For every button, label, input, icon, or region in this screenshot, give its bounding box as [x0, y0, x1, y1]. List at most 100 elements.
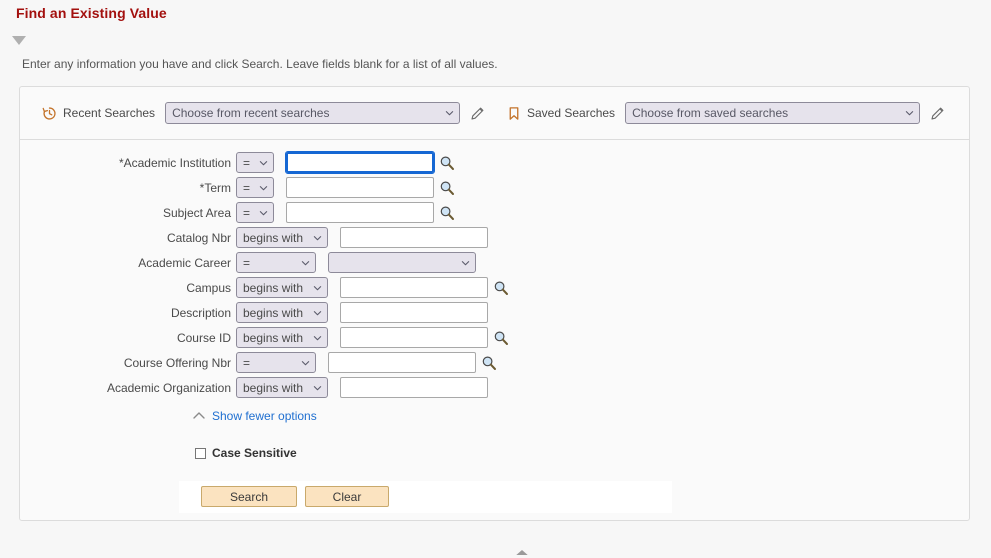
field-row: Campus begins with	[20, 275, 969, 300]
field-value-input[interactable]	[328, 352, 476, 373]
chevron-down-icon	[259, 160, 268, 165]
field-value-input[interactable]	[286, 202, 434, 223]
operator-select-text: =	[243, 255, 251, 270]
chevron-down-icon	[461, 260, 470, 265]
lookup-spacer	[493, 380, 509, 396]
field-label: Catalog Nbr	[166, 230, 231, 245]
operator-select[interactable]: =	[236, 352, 316, 373]
magnifier-icon	[482, 355, 496, 370]
page-title: Find an Existing Value	[16, 5, 167, 21]
magnifier-icon	[494, 330, 508, 345]
lookup-magnifier-button[interactable]	[439, 155, 455, 171]
field-value-input[interactable]	[286, 177, 434, 198]
search-panel: Recent Searches Choose from recent searc…	[19, 86, 970, 521]
show-fewer-options-link[interactable]: Show fewer options	[212, 409, 317, 423]
scroll-to-top-button[interactable]	[512, 543, 532, 557]
field-value-input[interactable]	[340, 302, 488, 323]
operator-select[interactable]: =	[236, 177, 274, 198]
field-label: Academic Career	[138, 255, 231, 270]
field-value-input[interactable]	[340, 327, 488, 348]
field-value-input[interactable]	[340, 227, 488, 248]
pencil-icon	[931, 107, 944, 120]
chevron-down-icon	[905, 111, 914, 116]
operator-select-text: =	[243, 205, 251, 220]
section-collapse-toggle[interactable]	[10, 33, 28, 47]
field-label: Academic Organization	[106, 380, 231, 395]
operator-select-text: =	[243, 180, 251, 195]
chevron-up-icon	[514, 550, 530, 557]
field-label: Course Offering Nbr	[123, 355, 231, 370]
recent-searches-group: Recent Searches Choose from recent searc…	[42, 87, 486, 139]
field-label: *Academic Institution	[118, 155, 231, 170]
bookmark-icon	[507, 106, 521, 121]
chevron-down-icon	[313, 235, 322, 240]
chevron-up-icon	[193, 412, 205, 419]
magnifier-icon	[440, 155, 454, 170]
operator-select[interactable]: begins with	[236, 327, 328, 348]
pencil-icon	[471, 107, 484, 120]
operator-select[interactable]: begins with	[236, 377, 328, 398]
lookup-spacer	[493, 230, 509, 246]
field-row: Catalog Nbr begins with	[20, 225, 969, 250]
chevron-down-icon	[445, 111, 454, 116]
field-row-list: *Academic Institution = *Term = Subject Area…	[20, 150, 969, 400]
recent-searches-select-text: Choose from recent searches	[172, 106, 330, 120]
field-row: Subject Area =	[20, 200, 969, 225]
chevron-down-icon	[301, 260, 310, 265]
lookup-magnifier-button[interactable]	[439, 205, 455, 221]
field-value-input[interactable]	[285, 151, 435, 174]
chevron-down-icon	[301, 360, 310, 365]
lookup-magnifier-button[interactable]	[481, 355, 497, 371]
field-label: *Term	[199, 180, 231, 195]
field-row: Course Offering Nbr =	[20, 350, 969, 375]
chevron-down-icon	[259, 210, 268, 215]
operator-select[interactable]: =	[236, 202, 274, 223]
operator-select-text: begins with	[243, 305, 304, 320]
operator-select[interactable]: begins with	[236, 227, 328, 248]
clear-button[interactable]: Clear	[305, 486, 389, 507]
saved-searches-select[interactable]: Choose from saved searches	[625, 102, 921, 124]
search-button[interactable]: Search	[201, 486, 297, 507]
case-sensitive-label[interactable]: Case Sensitive	[212, 446, 297, 460]
operator-select[interactable]: begins with	[236, 277, 328, 298]
chevron-down-icon	[313, 285, 322, 290]
field-value-input[interactable]	[340, 277, 488, 298]
field-label: Campus	[186, 280, 231, 295]
lookup-magnifier-button[interactable]	[493, 280, 509, 296]
chevron-down-icon	[313, 335, 322, 340]
recent-searches-select[interactable]: Choose from recent searches	[165, 102, 461, 124]
show-fewer-options-row[interactable]: Show fewer options	[192, 406, 969, 426]
action-button-strip: Search Clear	[179, 481, 672, 513]
lookup-spacer	[481, 255, 497, 271]
field-label: Subject Area	[162, 205, 231, 220]
field-row: Academic Organization begins with	[20, 375, 969, 400]
operator-select[interactable]: begins with	[236, 302, 328, 323]
field-row: *Academic Institution =	[20, 150, 969, 175]
field-row: Academic Career =	[20, 250, 969, 275]
triangle-down-icon	[12, 36, 26, 45]
edit-saved-searches-button[interactable]	[929, 105, 946, 122]
field-row: Course ID begins with	[20, 325, 969, 350]
saved-searches-group: Saved Searches Choose from saved searche…	[507, 87, 946, 139]
field-label: Course ID	[176, 330, 231, 345]
lookup-magnifier-button[interactable]	[493, 330, 509, 346]
field-row: *Term =	[20, 175, 969, 200]
chevron-down-icon	[259, 185, 268, 190]
instructions-text: Enter any information you have and click…	[22, 57, 498, 71]
operator-select-text: begins with	[243, 280, 304, 295]
field-label: Description	[170, 305, 231, 320]
recent-searches-label: Recent Searches	[63, 106, 156, 120]
edit-recent-searches-button[interactable]	[469, 105, 486, 122]
operator-select[interactable]: =	[236, 152, 274, 173]
saved-searches-select-text: Choose from saved searches	[632, 106, 789, 120]
operator-select[interactable]: =	[236, 252, 316, 273]
field-row: Description begins with	[20, 300, 969, 325]
operator-select-text: begins with	[243, 230, 304, 245]
history-clock-icon	[42, 106, 57, 121]
operator-select-text: begins with	[243, 380, 304, 395]
field-value-select[interactable]	[328, 252, 476, 273]
lookup-magnifier-button[interactable]	[439, 180, 455, 196]
operator-select-text: =	[243, 355, 251, 370]
field-value-input[interactable]	[340, 377, 488, 398]
case-sensitive-checkbox[interactable]	[195, 447, 206, 459]
